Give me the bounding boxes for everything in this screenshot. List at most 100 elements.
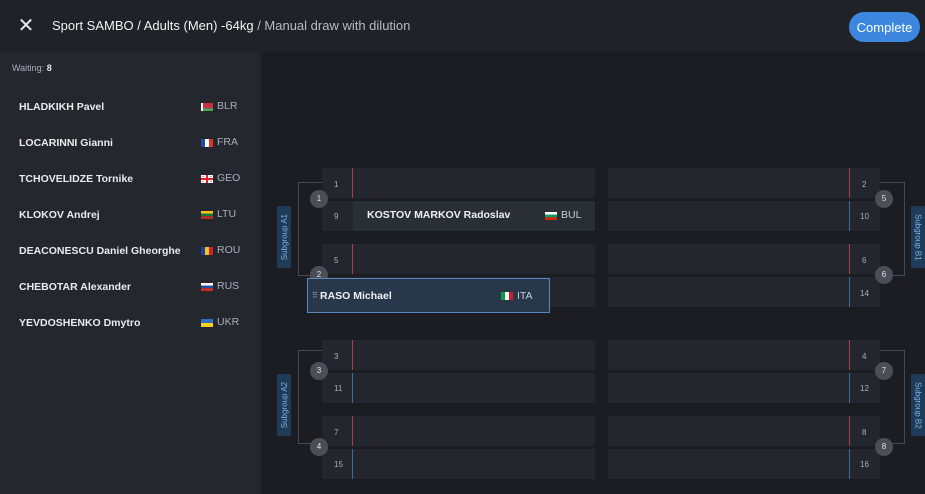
draw-slot-8[interactable] xyxy=(608,416,880,446)
slot-number: 3 xyxy=(334,352,339,361)
fighter-country: ITA xyxy=(517,290,533,302)
draw-slot-5[interactable] xyxy=(322,244,595,274)
red-corner-marker xyxy=(849,416,850,446)
waiting-number: 8 xyxy=(46,63,52,73)
athlete-country: BLR xyxy=(217,100,238,112)
flag-ita-icon xyxy=(501,292,513,300)
athlete-country: UKR xyxy=(217,316,240,328)
title-sub: / Manual draw with dilution xyxy=(253,18,411,33)
athlete-item[interactable]: KLOKOV Andrej LTU xyxy=(0,199,260,235)
fighter-country: BUL xyxy=(561,209,582,221)
draw-slot-16[interactable] xyxy=(608,449,880,479)
slot-number: 15 xyxy=(334,460,343,469)
red-corner-marker xyxy=(352,340,353,370)
waiting-label: Waiting: xyxy=(12,63,45,73)
placed-fighter[interactable]: KOSTOV MARKOV Radoslav BUL xyxy=(353,201,595,231)
slot-number: 9 xyxy=(334,212,339,221)
athlete-item[interactable]: HLADKIKH Pavel BLR xyxy=(0,91,260,127)
athlete-item[interactable]: LOCARINNI Gianni FRA xyxy=(0,127,260,163)
flag-ltu-icon xyxy=(201,211,213,219)
slot-number: 8 xyxy=(862,428,867,437)
athlete-name: HLADKIKH Pavel xyxy=(19,101,105,113)
close-icon[interactable]: ✕ xyxy=(14,14,38,38)
slot-number: 10 xyxy=(860,212,869,221)
red-corner-marker xyxy=(352,244,353,274)
waiting-count: Waiting: 8 xyxy=(12,63,52,73)
complete-button[interactable]: Complete xyxy=(849,12,920,42)
draw-slot-6[interactable] xyxy=(608,244,880,274)
slot-number: 11 xyxy=(334,384,343,393)
pool-circle: 7 xyxy=(875,362,893,380)
pool-circle: 4 xyxy=(310,438,328,456)
subgroup-b1-text: Subgroup B1 xyxy=(913,213,923,261)
flag-ukr-icon xyxy=(201,319,213,327)
athlete-name: TCHOVELIDZE Tornike xyxy=(19,173,134,185)
athlete-item[interactable]: CHEBOTAR Alexander RUS xyxy=(0,271,260,307)
draw-slot-10[interactable] xyxy=(608,201,880,231)
slot-number: 2 xyxy=(862,180,867,189)
draw-slot-2-right[interactable] xyxy=(608,168,880,198)
athlete-item[interactable]: YEVDOSHENKO Dmytro UKR xyxy=(0,307,260,343)
athlete-name: LOCARINNI Gianni xyxy=(19,137,113,149)
draw-slot-1[interactable] xyxy=(322,168,595,198)
subgroup-a2-text: Subgroup A2 xyxy=(279,381,289,429)
draw-slot-3[interactable] xyxy=(322,340,595,370)
subgroup-a2-label: Subgroup A2 xyxy=(277,374,291,436)
flag-rus-icon xyxy=(201,283,213,291)
slot-number: 1 xyxy=(334,180,339,189)
flag-bul-icon xyxy=(545,212,557,220)
fighter-name: KOSTOV MARKOV Radoslav xyxy=(367,209,511,221)
subgroup-b2-text: Subgroup B2 xyxy=(913,381,923,429)
draw-slot-7[interactable] xyxy=(322,416,595,446)
athlete-name: KLOKOV Andrej xyxy=(19,209,100,221)
red-corner-marker xyxy=(849,340,850,370)
slot-number: 7 xyxy=(334,428,339,437)
red-corner-marker xyxy=(849,168,850,198)
blue-corner-marker xyxy=(849,373,850,403)
athlete-country: GEO xyxy=(217,172,241,184)
pool-circle: 8 xyxy=(875,438,893,456)
athlete-item[interactable]: DEACONESCU Daniel Gheorghe ROU xyxy=(0,235,260,271)
draw-slot-4[interactable] xyxy=(608,340,880,370)
draw-slot-11[interactable] xyxy=(322,373,595,403)
red-corner-marker xyxy=(352,416,353,446)
athlete-country: FRA xyxy=(217,136,238,148)
athlete-name: CHEBOTAR Alexander xyxy=(19,281,132,293)
fighter-name: RASO Michael xyxy=(320,290,392,302)
drag-handle-icon[interactable]: ⠿ xyxy=(312,291,318,300)
athlete-item[interactable]: TCHOVELIDZE Tornike GEO xyxy=(0,163,260,199)
title-main: Sport SAMBO / Adults (Men) -64kg xyxy=(52,18,254,33)
dragging-fighter-card[interactable]: ⠿ RASO Michael ITA xyxy=(307,278,550,313)
blue-corner-marker xyxy=(352,373,353,403)
athlete-country: LTU xyxy=(217,208,237,220)
flag-fra-icon xyxy=(201,139,213,147)
flag-geo-icon xyxy=(201,175,213,183)
draw-slot-14[interactable] xyxy=(608,277,880,307)
blue-corner-marker xyxy=(849,277,850,307)
athlete-country: RUS xyxy=(217,280,240,292)
draw-slot-15[interactable] xyxy=(322,449,595,479)
subgroup-b2-label: Subgroup B2 xyxy=(911,374,925,436)
subgroup-a1-label: Subgroup A1 xyxy=(277,206,291,268)
slot-number: 12 xyxy=(860,384,869,393)
subgroup-a1-text: Subgroup A1 xyxy=(279,213,289,261)
waiting-list: Waiting: 8 HLADKIKH Pavel BLR LOCARINNI … xyxy=(0,52,260,494)
blue-corner-marker xyxy=(352,449,353,479)
flag-rou-icon xyxy=(201,247,213,255)
slot-number: 16 xyxy=(860,460,869,469)
page-title: Sport SAMBO / Adults (Men) -64kg / Manua… xyxy=(52,18,410,33)
pool-circle: 1 xyxy=(310,190,328,208)
athlete-name: DEACONESCU Daniel Gheorghe xyxy=(19,245,181,257)
pool-circle: 5 xyxy=(875,190,893,208)
pool-circle: 3 xyxy=(310,362,328,380)
athlete-country: ROU xyxy=(217,244,241,256)
slot-number: 14 xyxy=(860,289,869,298)
blue-corner-marker xyxy=(849,449,850,479)
pool-circle: 6 xyxy=(875,266,893,284)
red-corner-marker xyxy=(849,244,850,274)
flag-blr-icon xyxy=(201,103,213,111)
blue-corner-marker xyxy=(849,201,850,231)
draw-slot-12[interactable] xyxy=(608,373,880,403)
slot-number: 5 xyxy=(334,256,339,265)
red-corner-marker xyxy=(352,168,353,198)
